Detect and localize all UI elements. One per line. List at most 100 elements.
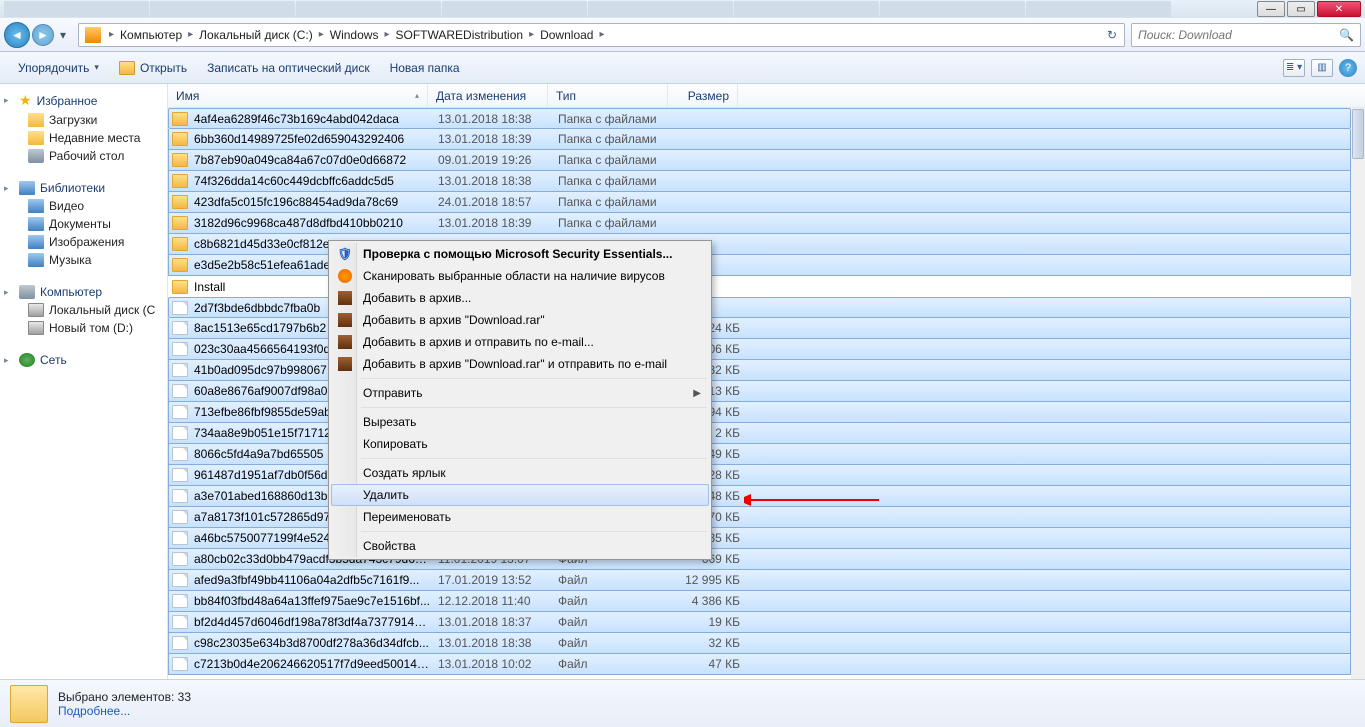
file-row[interactable]: c7213b0d4e206246620517f7d9eed50014e55e0f… — [168, 654, 1351, 675]
new-folder-button[interactable]: Новая папка — [380, 57, 470, 79]
search-box[interactable]: 🔍 — [1131, 23, 1361, 47]
context-menu-item[interactable]: Переименовать — [331, 506, 709, 528]
column-size[interactable]: Размер — [668, 84, 738, 107]
close-button[interactable]: ✕ — [1317, 1, 1361, 17]
sidebar-network-header[interactable]: ▸Сеть — [0, 351, 167, 369]
column-date[interactable]: Дата изменения — [428, 84, 548, 107]
refresh-icon[interactable]: ↻ — [1102, 25, 1122, 45]
chevron-right-icon[interactable]: ▸ — [525, 29, 538, 40]
help-button[interactable]: ? — [1339, 59, 1357, 77]
context-menu-item[interactable]: Добавить в архив и отправить по e-mail..… — [331, 331, 709, 353]
sidebar-item-pictures[interactable]: Изображения — [0, 233, 167, 251]
annotation-arrow — [744, 494, 884, 506]
maximize-button[interactable]: ▭ — [1287, 1, 1315, 17]
sidebar-item-videos[interactable]: Видео — [0, 197, 167, 215]
status-bar: Выбрано элементов: 33 Подробнее... — [0, 679, 1365, 727]
folder-icon — [172, 195, 188, 209]
organize-button[interactable]: Упорядочить▾ — [8, 57, 109, 79]
tab[interactable] — [296, 1, 441, 17]
file-size: 12 995 КБ — [670, 573, 740, 587]
chevron-right-icon[interactable]: ▸ — [315, 29, 328, 40]
file-row[interactable]: 423dfa5c015fc196c88454ad9da78c69 24.01.2… — [168, 192, 1351, 213]
minimize-button[interactable]: — — [1257, 1, 1285, 17]
toolbar: Упорядочить▾ Открыть Записать на оптичес… — [0, 52, 1365, 84]
file-name: afed9a3fbf49bb41106a04a2dfb5c7161f9... — [194, 573, 430, 587]
view-options-button[interactable]: ≣ ▾ — [1283, 59, 1305, 77]
chevron-right-icon[interactable]: ▸ — [380, 29, 393, 40]
shield-icon: 🛡 — [337, 246, 353, 262]
tab[interactable] — [1026, 1, 1171, 17]
file-row[interactable]: afed9a3fbf49bb41106a04a2dfb5c7161f9... 1… — [168, 570, 1351, 591]
sidebar-libraries-header[interactable]: ▸Библиотеки — [0, 179, 167, 197]
file-icon — [172, 447, 188, 461]
tab[interactable] — [734, 1, 879, 17]
column-name[interactable]: Имя▴ — [168, 84, 428, 107]
sidebar-item-music[interactable]: Музыка — [0, 251, 167, 269]
scrollbar[interactable] — [1351, 108, 1365, 679]
tab[interactable] — [588, 1, 733, 17]
context-menu-item[interactable]: Добавить в архив "Download.rar" и отправ… — [331, 353, 709, 375]
file-size: 32 КБ — [670, 636, 740, 650]
breadcrumb-segment[interactable]: Windows — [328, 24, 381, 46]
breadcrumb-segment[interactable]: SOFTWAREDistribution — [393, 24, 525, 46]
chevron-right-icon[interactable]: ▸ — [184, 29, 197, 40]
archive-icon — [337, 312, 353, 328]
context-menu-item[interactable]: Добавить в архив "Download.rar" — [331, 309, 709, 331]
file-row[interactable]: bb84f03fbd48a64a13ffef975ae9c7e1516bf...… — [168, 591, 1351, 612]
context-menu-item[interactable]: Отправить▶ — [331, 382, 709, 404]
folder-icon — [172, 216, 188, 230]
breadcrumb[interactable]: ▸ Компьютер ▸ Локальный диск (C:) ▸ Wind… — [78, 23, 1125, 47]
sidebar-item-drive-d[interactable]: Новый том (D:) — [0, 319, 167, 337]
search-icon[interactable]: 🔍 — [1339, 28, 1354, 42]
chevron-right-icon[interactable]: ▸ — [595, 29, 608, 40]
breadcrumb-segment[interactable]: Download — [538, 24, 595, 46]
column-type[interactable]: Тип — [548, 84, 668, 107]
scrollbar-thumb[interactable] — [1352, 109, 1364, 159]
file-name: 74f326dda14c60c449dcbffc6addc5d5 — [194, 174, 430, 188]
sidebar-item-desktop[interactable]: Рабочий стол — [0, 147, 167, 165]
document-icon — [28, 217, 44, 231]
file-type: Папка с файлами — [550, 216, 670, 230]
file-row[interactable]: 74f326dda14c60c449dcbffc6addc5d5 13.01.2… — [168, 171, 1351, 192]
library-icon — [19, 181, 35, 195]
context-menu-item[interactable]: Вырезать — [331, 411, 709, 433]
preview-pane-button[interactable]: ▥ — [1311, 59, 1333, 77]
file-row[interactable]: 4af4ea6289f46c73b169c4abd042daca 13.01.2… — [168, 108, 1351, 129]
file-row[interactable]: bf2d4d457d6046df198a78f3df4a73779142... … — [168, 612, 1351, 633]
context-menu-item[interactable]: Добавить в архив... — [331, 287, 709, 309]
file-row[interactable]: 3182d96c9968ca487d8dfbd410bb0210 13.01.2… — [168, 213, 1351, 234]
forward-button[interactable]: ► — [32, 24, 54, 46]
file-row[interactable]: c98c23035e634b3d8700df278a36d34dfcb... 1… — [168, 633, 1351, 654]
context-menu-item[interactable]: Создать ярлык — [331, 462, 709, 484]
breadcrumb-segment[interactable]: Локальный диск (C:) — [197, 24, 315, 46]
file-row[interactable]: 7b87eb90a049ca84a67c07d0e0d66872 09.01.2… — [168, 150, 1351, 171]
context-menu-item[interactable]: Свойства — [331, 535, 709, 557]
file-date: 13.01.2018 18:39 — [430, 216, 550, 230]
file-row[interactable]: 6bb360d14989725fe02d659043292406 13.01.2… — [168, 129, 1351, 150]
nav-history-dropdown[interactable]: ▾ — [56, 22, 70, 48]
search-input[interactable] — [1138, 28, 1339, 42]
open-button[interactable]: Открыть — [109, 57, 197, 79]
sidebar-item-drive-c[interactable]: Локальный диск (C — [0, 301, 167, 319]
chevron-right-icon[interactable]: ▸ — [105, 29, 118, 40]
sidebar-computer-header[interactable]: ▸Компьютер — [0, 283, 167, 301]
tab[interactable] — [442, 1, 587, 17]
burn-disc-button[interactable]: Записать на оптический диск — [197, 57, 380, 79]
sidebar-favorites-header[interactable]: ▸★Избранное — [0, 90, 167, 111]
sidebar-item-downloads[interactable]: Загрузки — [0, 111, 167, 129]
drive-icon — [85, 27, 101, 43]
context-menu-label: Свойства — [363, 539, 416, 553]
breadcrumb-segment[interactable]: Компьютер — [118, 24, 184, 46]
file-name: 3182d96c9968ca487d8dfbd410bb0210 — [194, 216, 430, 230]
context-menu-item[interactable]: Копировать — [331, 433, 709, 455]
sidebar-item-documents[interactable]: Документы — [0, 215, 167, 233]
tab[interactable] — [4, 1, 149, 17]
tab[interactable] — [150, 1, 295, 17]
context-menu-item[interactable]: Удалить — [331, 484, 709, 506]
sidebar-item-recent[interactable]: Недавние места — [0, 129, 167, 147]
status-details-link[interactable]: Подробнее... — [58, 704, 191, 718]
context-menu-item[interactable]: 🛡Проверка с помощью Microsoft Security E… — [331, 243, 709, 265]
back-button[interactable]: ◄ — [4, 22, 30, 48]
context-menu-item[interactable]: Сканировать выбранные области на наличие… — [331, 265, 709, 287]
tab[interactable] — [880, 1, 1025, 17]
